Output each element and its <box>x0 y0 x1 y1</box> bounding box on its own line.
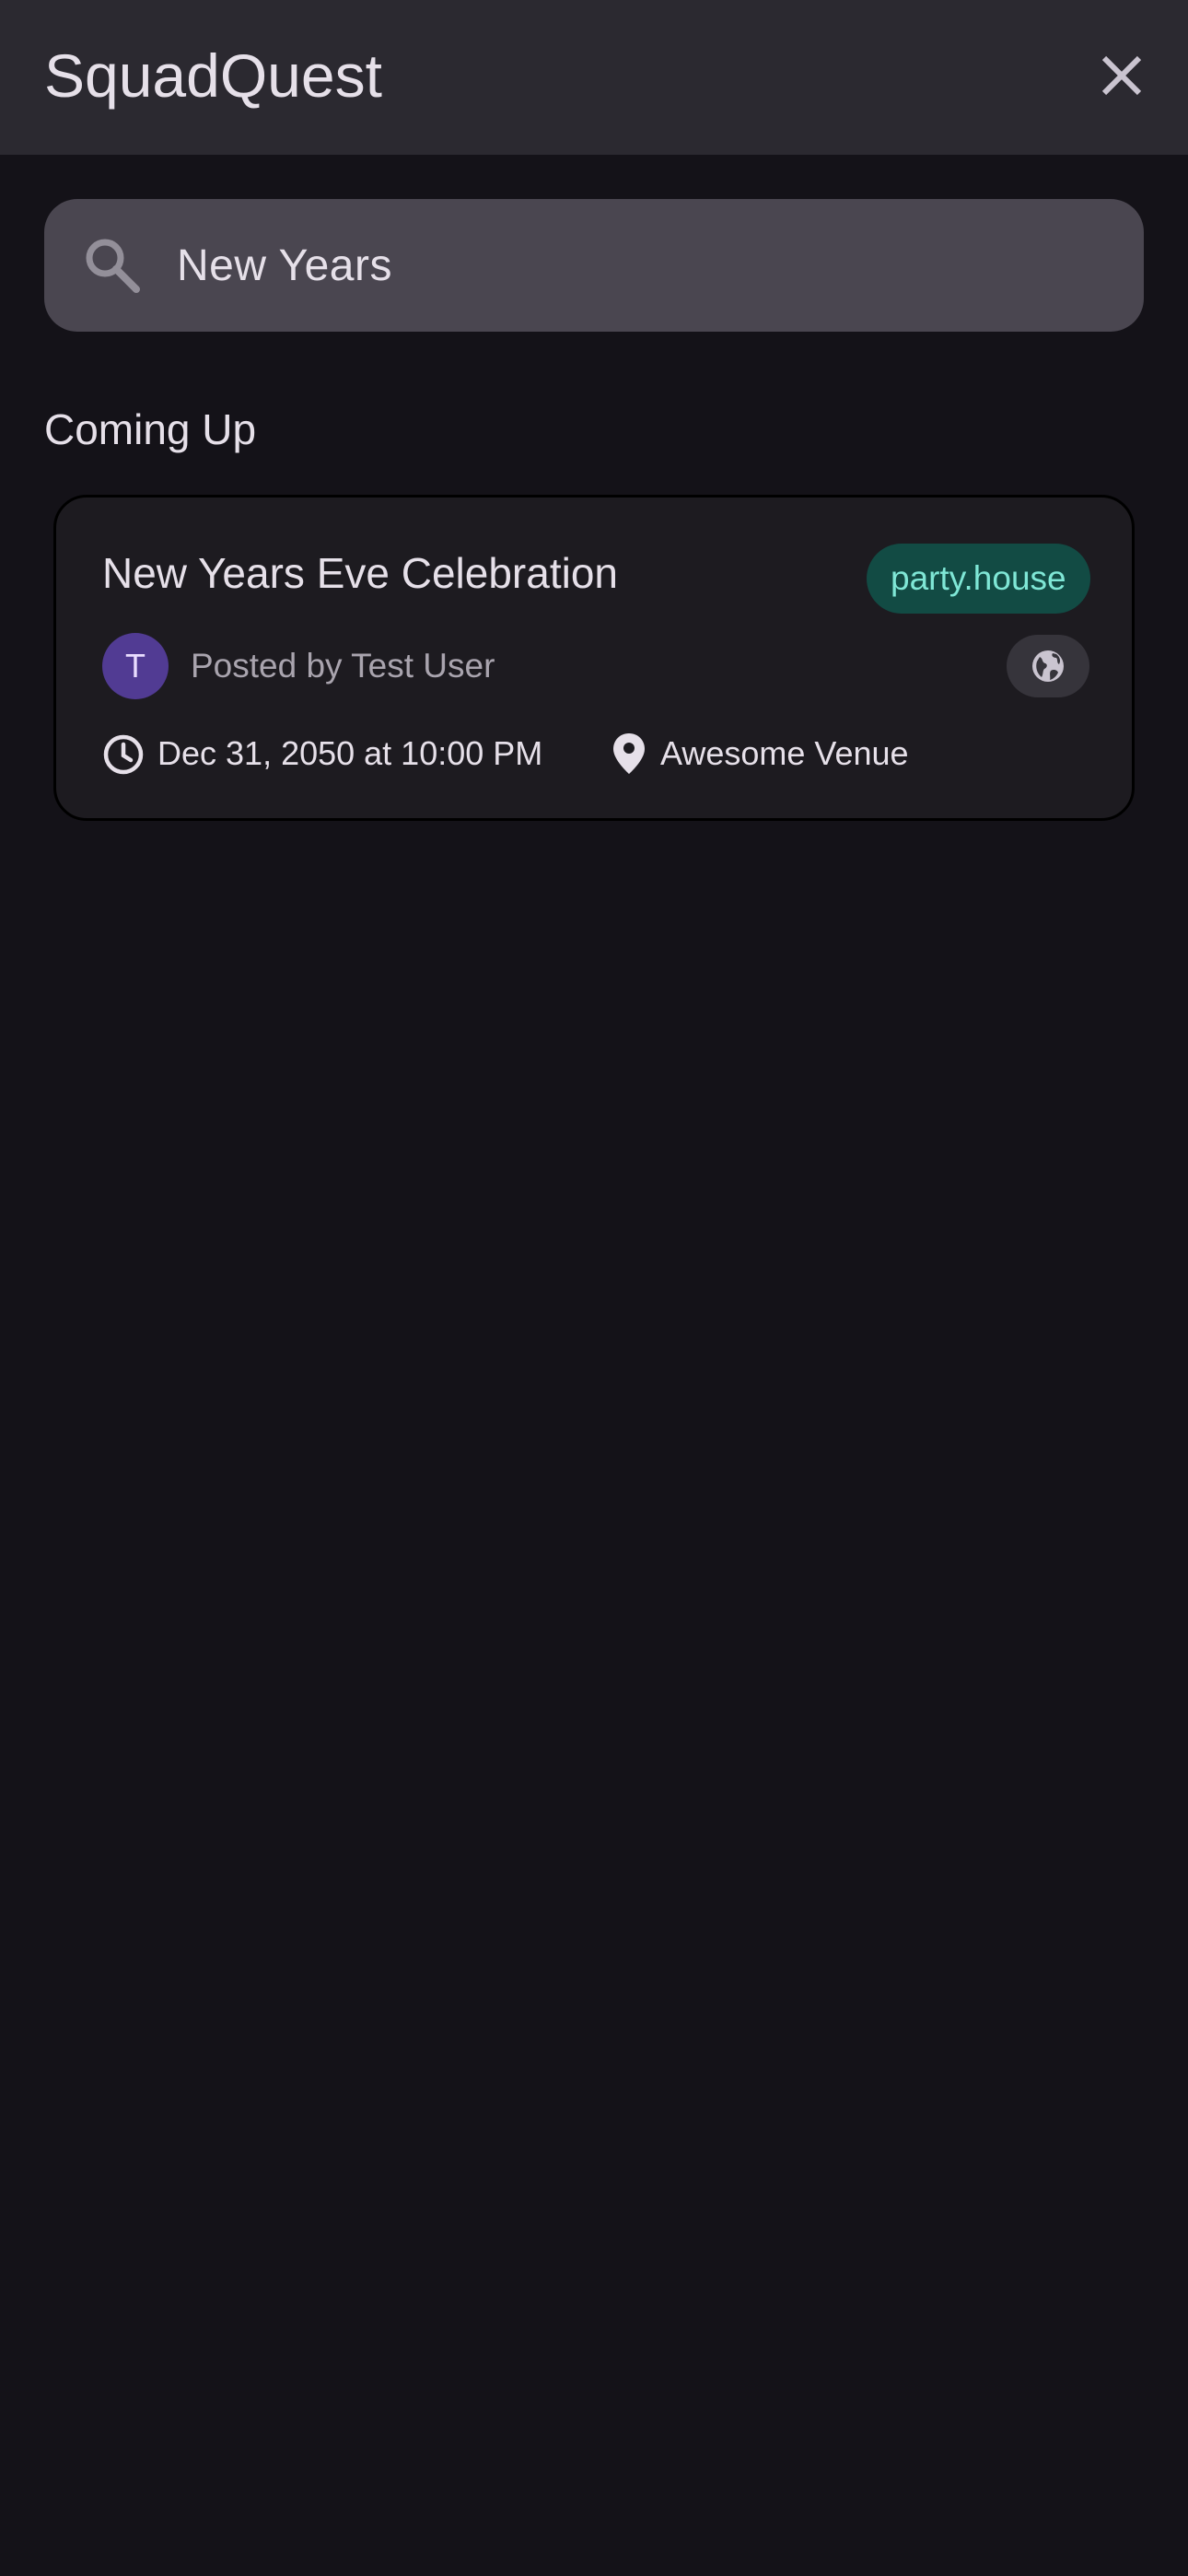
posted-by-text: Posted by Test User <box>191 647 495 685</box>
visibility-badge <box>1007 635 1089 697</box>
search-icon <box>86 239 140 293</box>
close-button[interactable] <box>1087 41 1157 111</box>
app-root: SquadQuest Coming Up New Years Eve Celeb… <box>0 0 1188 2576</box>
event-card[interactable]: New Years Eve Celebration party.house T … <box>53 495 1135 821</box>
app-title: SquadQuest <box>44 41 382 110</box>
event-title: New Years Eve Celebration <box>102 549 618 597</box>
app-bar: SquadQuest <box>0 0 1188 155</box>
event-datetime: Dec 31, 2050 at 10:00 PM <box>157 734 543 772</box>
search-input[interactable] <box>177 227 1098 304</box>
avatar[interactable]: T <box>102 633 169 699</box>
location-pin-icon <box>613 733 645 774</box>
close-icon <box>1101 55 1142 96</box>
topic-chip[interactable]: party.house <box>867 544 1090 614</box>
globe-icon <box>1032 650 1064 682</box>
event-location: Awesome Venue <box>660 734 909 772</box>
section-title: Coming Up <box>44 405 257 453</box>
clock-icon <box>103 734 144 775</box>
